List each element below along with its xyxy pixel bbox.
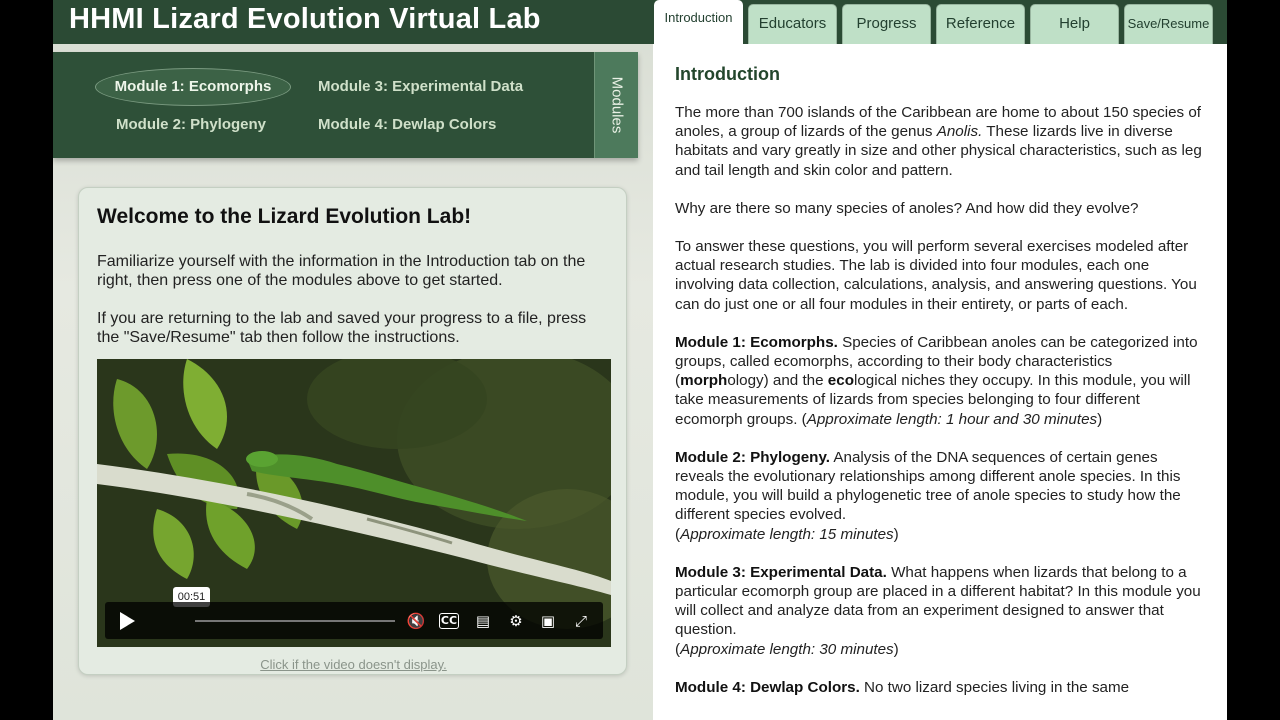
- tab-introduction[interactable]: Introduction: [654, 0, 743, 44]
- welcome-text: Familiarize yourself with the informatio…: [97, 253, 586, 289]
- video-player[interactable]: 00:51 🔇 CC ▤ ⚙ ▣ ⤢: [97, 359, 611, 647]
- module-4-description: Module 4: Dewlap Colors. No two lizard s…: [675, 678, 1130, 696]
- modules-side-tab[interactable]: Modules: [594, 52, 638, 158]
- app-title: HHMI Lizard Evolution Virtual Lab: [69, 3, 541, 35]
- play-icon[interactable]: [115, 610, 137, 632]
- picture-in-picture-icon[interactable]: ▣: [537, 610, 559, 632]
- video-scrubber[interactable]: [195, 620, 395, 622]
- tab-reference[interactable]: Reference: [936, 4, 1025, 44]
- intro-paragraph-1: The more than 700 islands of the Caribbe…: [675, 104, 1202, 179]
- module-1-link[interactable]: Module 1: Ecomorphs: [95, 68, 291, 106]
- left-pane: HHMI Lizard Evolution Virtual Lab Module…: [53, 0, 653, 720]
- fullscreen-icon[interactable]: ⤢: [570, 610, 592, 632]
- introduction-panel: Introduction The more than 700 islands o…: [653, 44, 1227, 720]
- module-3-link[interactable]: Module 3: Experimental Data: [318, 78, 523, 95]
- module-3-description: Module 3: Experimental Data. What happen…: [675, 563, 1201, 658]
- module-4-link[interactable]: Module 4: Dewlap Colors: [318, 116, 496, 133]
- tab-bar: Introduction Educators Progress Referenc…: [653, 0, 1227, 44]
- video-fallback-link[interactable]: Click if the video doesn't display.: [79, 657, 628, 672]
- module-menu: Module 1: Ecomorphs Module 2: Phylogeny …: [53, 52, 638, 158]
- tab-educators[interactable]: Educators: [748, 4, 837, 44]
- welcome-card: Welcome to the Lizard Evolution Lab! Fam…: [78, 187, 627, 675]
- module-2-description: Module 2: Phylogeny. Analysis of the DNA…: [675, 448, 1181, 543]
- modules-side-tab-label: Modules: [608, 76, 625, 134]
- title-bar: HHMI Lizard Evolution Virtual Lab: [53, 0, 653, 44]
- welcome-resume-text: If you are returning to the lab and save…: [97, 310, 587, 346]
- module-2-link[interactable]: Module 2: Phylogeny: [116, 116, 266, 133]
- video-controls: 🔇 CC ▤ ⚙ ▣ ⤢: [105, 602, 603, 639]
- module-1-description: Module 1: Ecomorphs. Species of Caribbea…: [675, 333, 1198, 428]
- tab-save-resume[interactable]: Save/Resume: [1124, 4, 1213, 44]
- cc-icon[interactable]: CC: [439, 613, 459, 629]
- tab-progress[interactable]: Progress: [842, 4, 931, 44]
- muted-icon[interactable]: 🔇: [405, 610, 427, 632]
- lab-app: HHMI Lizard Evolution Virtual Lab Module…: [53, 0, 1227, 720]
- welcome-title: Welcome to the Lizard Evolution Lab!: [97, 205, 472, 228]
- intro-paragraph-3: To answer these questions, you will perf…: [675, 238, 1197, 313]
- gear-icon[interactable]: ⚙: [505, 610, 527, 632]
- intro-title: Introduction: [675, 64, 780, 84]
- transcript-icon[interactable]: ▤: [472, 610, 494, 632]
- tab-help[interactable]: Help: [1030, 4, 1119, 44]
- intro-paragraph-2: Why are there so many species of anoles?…: [675, 199, 1139, 217]
